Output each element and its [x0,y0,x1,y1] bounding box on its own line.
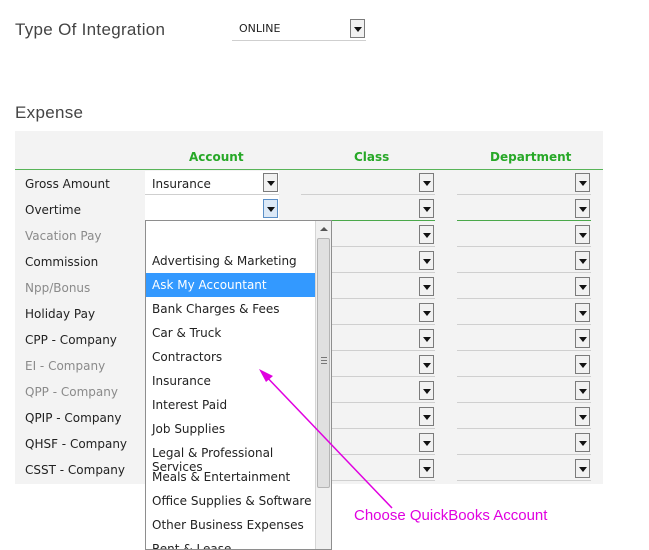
callout-text: Choose QuickBooks Account [354,507,548,524]
callout-arrow [259,369,393,509]
